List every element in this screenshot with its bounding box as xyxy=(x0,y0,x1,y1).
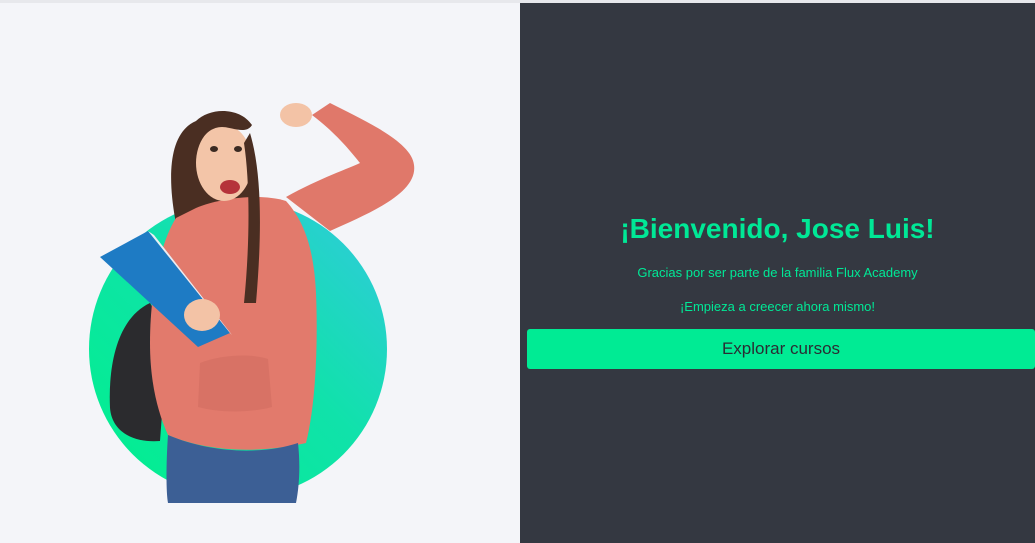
explore-courses-button[interactable]: Explorar cursos xyxy=(527,329,1035,369)
fist xyxy=(280,103,312,127)
welcome-content: ¡Bienvenido, Jose Luis! Gracias por ser … xyxy=(520,3,1035,543)
hero-panel xyxy=(0,3,520,543)
hand xyxy=(184,299,220,331)
welcome-subtitle: Gracias por ser parte de la familia Flux… xyxy=(637,265,918,280)
welcome-panel: ¡Bienvenido, Jose Luis! Gracias por ser … xyxy=(520,3,1035,543)
welcome-page: ¡Bienvenido, Jose Luis! Gracias por ser … xyxy=(0,0,1035,543)
welcome-tagline: ¡Empieza a creecer ahora mismo! xyxy=(679,299,876,314)
hero-illustration xyxy=(89,103,415,503)
welcome-title: ¡Bienvenido, Jose Luis! xyxy=(620,213,935,244)
